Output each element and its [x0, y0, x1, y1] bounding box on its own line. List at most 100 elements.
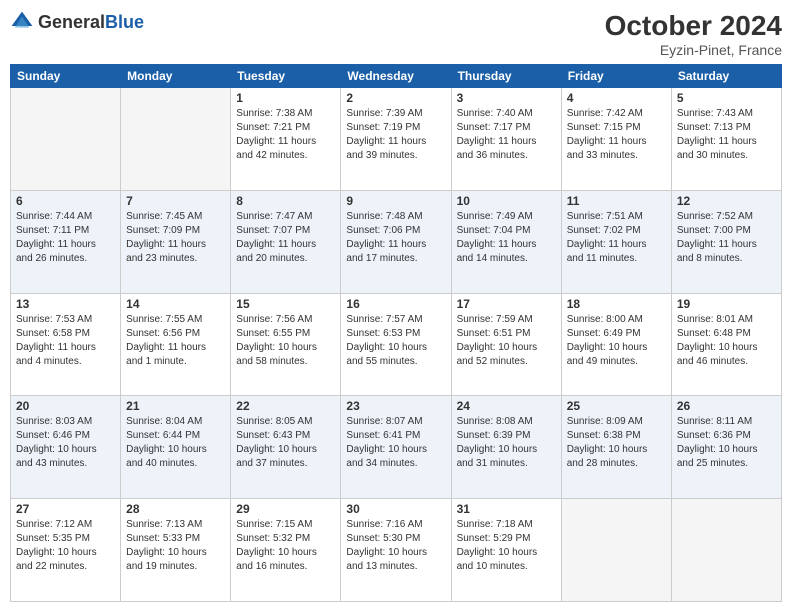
table-row: 27 Sunrise: 7:12 AM Sunset: 5:35 PM Dayli… [11, 499, 121, 602]
day-number: 26 [677, 399, 776, 413]
day-info: Sunrise: 7:12 AM Sunset: 5:35 PM Dayligh… [16, 518, 115, 574]
logo-general: General [38, 12, 105, 32]
day-info: Sunrise: 7:18 AM Sunset: 5:29 PM Dayligh… [457, 518, 556, 574]
table-row: 13 Sunrise: 7:53 AM Sunset: 6:58 PM Dayli… [11, 293, 121, 396]
calendar-header-row: Sunday Monday Tuesday Wednesday Thursday… [11, 65, 782, 88]
day-info: Sunrise: 7:57 AM Sunset: 6:53 PM Dayligh… [346, 313, 445, 369]
page: GeneralBlue October 2024 Eyzin-Pinet, Fr… [0, 0, 792, 612]
day-info: Sunrise: 8:04 AM Sunset: 6:44 PM Dayligh… [126, 415, 225, 471]
day-number: 29 [236, 502, 335, 516]
day-number: 13 [16, 297, 115, 311]
table-row [561, 499, 671, 602]
table-row: 3 Sunrise: 7:40 AM Sunset: 7:17 PM Daylig… [451, 88, 561, 191]
table-row: 12Sunrise: 7:52 AM Sunset: 7:00 PM Dayli… [671, 190, 781, 293]
day-info: Sunrise: 7:51 AM Sunset: 7:02 PM Dayligh… [567, 210, 666, 266]
table-row: 5 Sunrise: 7:43 AM Sunset: 7:13 PM Daylig… [671, 88, 781, 191]
day-info: Sunrise: 7:43 AM Sunset: 7:13 PM Dayligh… [677, 107, 776, 163]
table-row: 17 Sunrise: 7:59 AM Sunset: 6:51 PM Dayli… [451, 293, 561, 396]
calendar-week-row: 13 Sunrise: 7:53 AM Sunset: 6:58 PM Dayli… [11, 293, 782, 396]
header: GeneralBlue October 2024 Eyzin-Pinet, Fr… [10, 10, 782, 58]
table-row: 14 Sunrise: 7:55 AM Sunset: 6:56 PM Dayli… [121, 293, 231, 396]
table-row: 16 Sunrise: 7:57 AM Sunset: 6:53 PM Dayli… [341, 293, 451, 396]
day-info: Sunrise: 7:48 AM Sunset: 7:06 PM Dayligh… [346, 210, 445, 266]
day-info: Sunrise: 7:56 AM Sunset: 6:55 PM Dayligh… [236, 313, 335, 369]
location: Eyzin-Pinet, France [605, 42, 782, 58]
table-row: 2Sunrise: 7:39 AM Sunset: 7:19 PM Daylig… [341, 88, 451, 191]
day-number: 27 [16, 502, 115, 516]
day-info: Sunrise: 7:47 AM Sunset: 7:07 PM Dayligh… [236, 210, 335, 266]
day-info: Sunrise: 8:07 AM Sunset: 6:41 PM Dayligh… [346, 415, 445, 471]
col-thursday: Thursday [451, 65, 561, 88]
day-number: 22 [236, 399, 335, 413]
day-info: Sunrise: 8:08 AM Sunset: 6:39 PM Dayligh… [457, 415, 556, 471]
day-info: Sunrise: 8:01 AM Sunset: 6:48 PM Dayligh… [677, 313, 776, 369]
logo: GeneralBlue [10, 10, 144, 34]
day-info: Sunrise: 7:45 AM Sunset: 7:09 PM Dayligh… [126, 210, 225, 266]
day-number: 8 [236, 194, 335, 208]
table-row: 9 Sunrise: 7:48 AM Sunset: 7:06 PM Daylig… [341, 190, 451, 293]
table-row: 23Sunrise: 8:07 AM Sunset: 6:41 PM Dayli… [341, 396, 451, 499]
day-number: 3 [457, 91, 556, 105]
day-info: Sunrise: 8:09 AM Sunset: 6:38 PM Dayligh… [567, 415, 666, 471]
day-info: Sunrise: 7:52 AM Sunset: 7:00 PM Dayligh… [677, 210, 776, 266]
table-row [121, 88, 231, 191]
logo-icon [10, 10, 34, 34]
day-number: 5 [677, 91, 776, 105]
table-row [11, 88, 121, 191]
day-number: 16 [346, 297, 445, 311]
day-info: Sunrise: 7:53 AM Sunset: 6:58 PM Dayligh… [16, 313, 115, 369]
title-block: October 2024 Eyzin-Pinet, France [605, 10, 782, 58]
col-friday: Friday [561, 65, 671, 88]
day-number: 17 [457, 297, 556, 311]
table-row: 11 Sunrise: 7:51 AM Sunset: 7:02 PM Dayli… [561, 190, 671, 293]
table-row: 19 Sunrise: 8:01 AM Sunset: 6:48 PM Dayli… [671, 293, 781, 396]
day-info: Sunrise: 7:44 AM Sunset: 7:11 PM Dayligh… [16, 210, 115, 266]
day-number: 24 [457, 399, 556, 413]
day-info: Sunrise: 8:03 AM Sunset: 6:46 PM Dayligh… [16, 415, 115, 471]
table-row: 4Sunrise: 7:42 AM Sunset: 7:15 PM Daylig… [561, 88, 671, 191]
col-sunday: Sunday [11, 65, 121, 88]
day-number: 10 [457, 194, 556, 208]
day-info: Sunrise: 7:40 AM Sunset: 7:17 PM Dayligh… [457, 107, 556, 163]
calendar-week-row: 20 Sunrise: 8:03 AM Sunset: 6:46 PM Dayli… [11, 396, 782, 499]
day-number: 25 [567, 399, 666, 413]
day-number: 30 [346, 502, 445, 516]
table-row: 28Sunrise: 7:13 AM Sunset: 5:33 PM Dayli… [121, 499, 231, 602]
day-number: 9 [346, 194, 445, 208]
calendar-week-row: 6 Sunrise: 7:44 AM Sunset: 7:11 PM Daylig… [11, 190, 782, 293]
day-info: Sunrise: 8:11 AM Sunset: 6:36 PM Dayligh… [677, 415, 776, 471]
calendar-week-row: 1Sunrise: 7:38 AM Sunset: 7:21 PM Daylig… [11, 88, 782, 191]
day-info: Sunrise: 7:59 AM Sunset: 6:51 PM Dayligh… [457, 313, 556, 369]
day-number: 6 [16, 194, 115, 208]
table-row: 29 Sunrise: 7:15 AM Sunset: 5:32 PM Dayli… [231, 499, 341, 602]
day-number: 15 [236, 297, 335, 311]
logo-text: GeneralBlue [38, 13, 144, 31]
table-row: 20 Sunrise: 8:03 AM Sunset: 6:46 PM Dayli… [11, 396, 121, 499]
month-title: October 2024 [605, 10, 782, 42]
day-number: 19 [677, 297, 776, 311]
table-row: 30Sunrise: 7:16 AM Sunset: 5:30 PM Dayli… [341, 499, 451, 602]
calendar-table: Sunday Monday Tuesday Wednesday Thursday… [10, 64, 782, 602]
day-number: 31 [457, 502, 556, 516]
day-number: 20 [16, 399, 115, 413]
day-info: Sunrise: 7:15 AM Sunset: 5:32 PM Dayligh… [236, 518, 335, 574]
table-row: 25 Sunrise: 8:09 AM Sunset: 6:38 PM Dayli… [561, 396, 671, 499]
table-row: 18Sunrise: 8:00 AM Sunset: 6:49 PM Dayli… [561, 293, 671, 396]
table-row: 24 Sunrise: 8:08 AM Sunset: 6:39 PM Dayli… [451, 396, 561, 499]
day-number: 14 [126, 297, 225, 311]
day-info: Sunrise: 8:00 AM Sunset: 6:49 PM Dayligh… [567, 313, 666, 369]
day-number: 7 [126, 194, 225, 208]
day-info: Sunrise: 7:42 AM Sunset: 7:15 PM Dayligh… [567, 107, 666, 163]
table-row: 7 Sunrise: 7:45 AM Sunset: 7:09 PM Daylig… [121, 190, 231, 293]
calendar-week-row: 27 Sunrise: 7:12 AM Sunset: 5:35 PM Dayli… [11, 499, 782, 602]
table-row: 1Sunrise: 7:38 AM Sunset: 7:21 PM Daylig… [231, 88, 341, 191]
table-row: 15 Sunrise: 7:56 AM Sunset: 6:55 PM Dayli… [231, 293, 341, 396]
day-info: Sunrise: 7:39 AM Sunset: 7:19 PM Dayligh… [346, 107, 445, 163]
table-row: 26 Sunrise: 8:11 AM Sunset: 6:36 PM Dayli… [671, 396, 781, 499]
table-row [671, 499, 781, 602]
day-number: 1 [236, 91, 335, 105]
logo-blue: Blue [105, 12, 144, 32]
day-info: Sunrise: 7:55 AM Sunset: 6:56 PM Dayligh… [126, 313, 225, 369]
col-tuesday: Tuesday [231, 65, 341, 88]
day-number: 11 [567, 194, 666, 208]
